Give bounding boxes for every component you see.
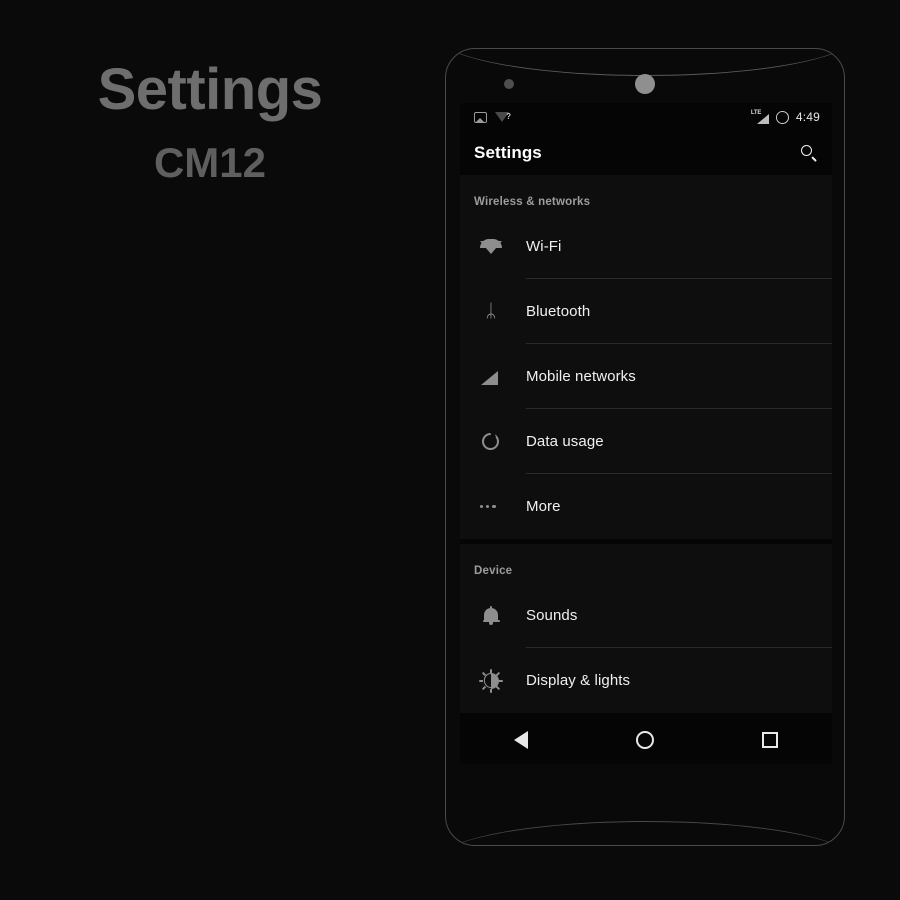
settings-item-label: More — [526, 498, 561, 515]
search-icon[interactable] — [800, 144, 818, 162]
section-header-device: Device — [474, 565, 513, 577]
screenshot-root: Settings CM12 ? LTE 4:49 Settings Wirele… — [0, 0, 900, 900]
back-icon[interactable] — [504, 731, 528, 749]
bluetooth-icon-slot: ᛦ — [474, 301, 526, 323]
page-title: Settings — [97, 57, 323, 122]
data-usage-icon — [480, 430, 502, 453]
wifi-icon — [480, 236, 502, 258]
signal-icon — [480, 366, 502, 388]
more-icon-slot — [474, 496, 526, 518]
settings-item-sounds[interactable]: Sounds — [460, 583, 832, 648]
settings-item-bluetooth[interactable]: ᛦ Bluetooth — [460, 279, 832, 344]
lte-signal-icon: LTE — [750, 109, 769, 124]
data-usage-icon-slot — [474, 430, 526, 453]
navigation-bar[interactable] — [460, 716, 832, 764]
brightness-icon-slot — [474, 668, 526, 693]
device-bottom-edge — [446, 821, 844, 845]
status-bar: ? LTE 4:49 — [460, 103, 832, 131]
settings-item-wifi[interactable]: Wi-Fi — [460, 214, 832, 279]
settings-item-label: Wi-Fi — [526, 238, 562, 255]
settings-item-label: Display & lights — [526, 672, 631, 689]
bluetooth-icon: ᛦ — [485, 300, 497, 322]
wifi-no-internet-icon: ? — [495, 111, 511, 123]
status-bar-left: ? — [474, 111, 511, 123]
settings-item-label: Sounds — [526, 607, 578, 624]
settings-section-wireless: Wireless & networks Wi-Fi ᛦ Bluetooth Mo… — [460, 175, 832, 539]
action-bar: Settings — [460, 131, 832, 175]
status-bar-right: LTE 4:49 — [750, 109, 820, 125]
bell-body-shape — [484, 607, 498, 621]
more-icon — [480, 496, 496, 518]
search-ring-shape — [801, 145, 812, 156]
wifi-fan-shape — [480, 240, 502, 254]
wifi-question-label: ? — [506, 112, 511, 121]
promo-block: Settings CM12 — [0, 57, 420, 187]
settings-item-display-and-lights[interactable]: Display & lights — [460, 648, 832, 713]
settings-item-label: Mobile networks — [526, 368, 636, 385]
wifi-icon-slot — [474, 236, 526, 258]
settings-item-label: Data usage — [526, 433, 604, 450]
proximity-sensor-dot-icon — [504, 79, 514, 89]
search-handle-shape — [810, 155, 817, 162]
status-bar-clock: 4:49 — [795, 110, 820, 124]
settings-item-more[interactable]: More — [460, 474, 832, 539]
settings-item-data-usage[interactable]: Data usage — [460, 409, 832, 474]
bell-icon-slot — [474, 605, 526, 627]
brightness-icon — [479, 668, 503, 693]
data-ring-gap-shape — [490, 430, 496, 438]
more-dot — [492, 504, 496, 509]
more-dot — [480, 504, 484, 509]
device-top-edge — [446, 49, 844, 76]
settings-item-mobile-networks[interactable]: Mobile networks — [460, 344, 832, 409]
bell-icon — [480, 605, 502, 627]
screenshot-icon — [474, 111, 487, 123]
signal-icon-slot — [474, 366, 526, 388]
do-not-disturb-icon — [775, 110, 789, 124]
settings-list[interactable]: Wireless & networks Wi-Fi ᛦ Bluetooth Mo… — [460, 175, 832, 764]
page-subtitle: CM12 — [153, 138, 267, 186]
signal-triangle-shape — [481, 370, 498, 385]
phone-screen: ? LTE 4:49 Settings Wireless & networks … — [460, 103, 832, 764]
front-camera-dot-icon — [635, 74, 655, 94]
recents-icon[interactable] — [762, 732, 778, 748]
section-header-wireless: Wireless & networks — [474, 196, 591, 208]
bell-clapper-shape — [489, 621, 493, 625]
home-icon[interactable] — [636, 731, 654, 749]
action-bar-title: Settings — [474, 143, 542, 162]
more-dot — [486, 504, 490, 509]
lte-label: LTE — [750, 109, 762, 116]
phone-device-frame: ? LTE 4:49 Settings Wireless & networks … — [445, 48, 845, 846]
settings-item-label: Bluetooth — [526, 303, 591, 320]
settings-section-device: Device Sounds Display & lights — [460, 544, 832, 713]
